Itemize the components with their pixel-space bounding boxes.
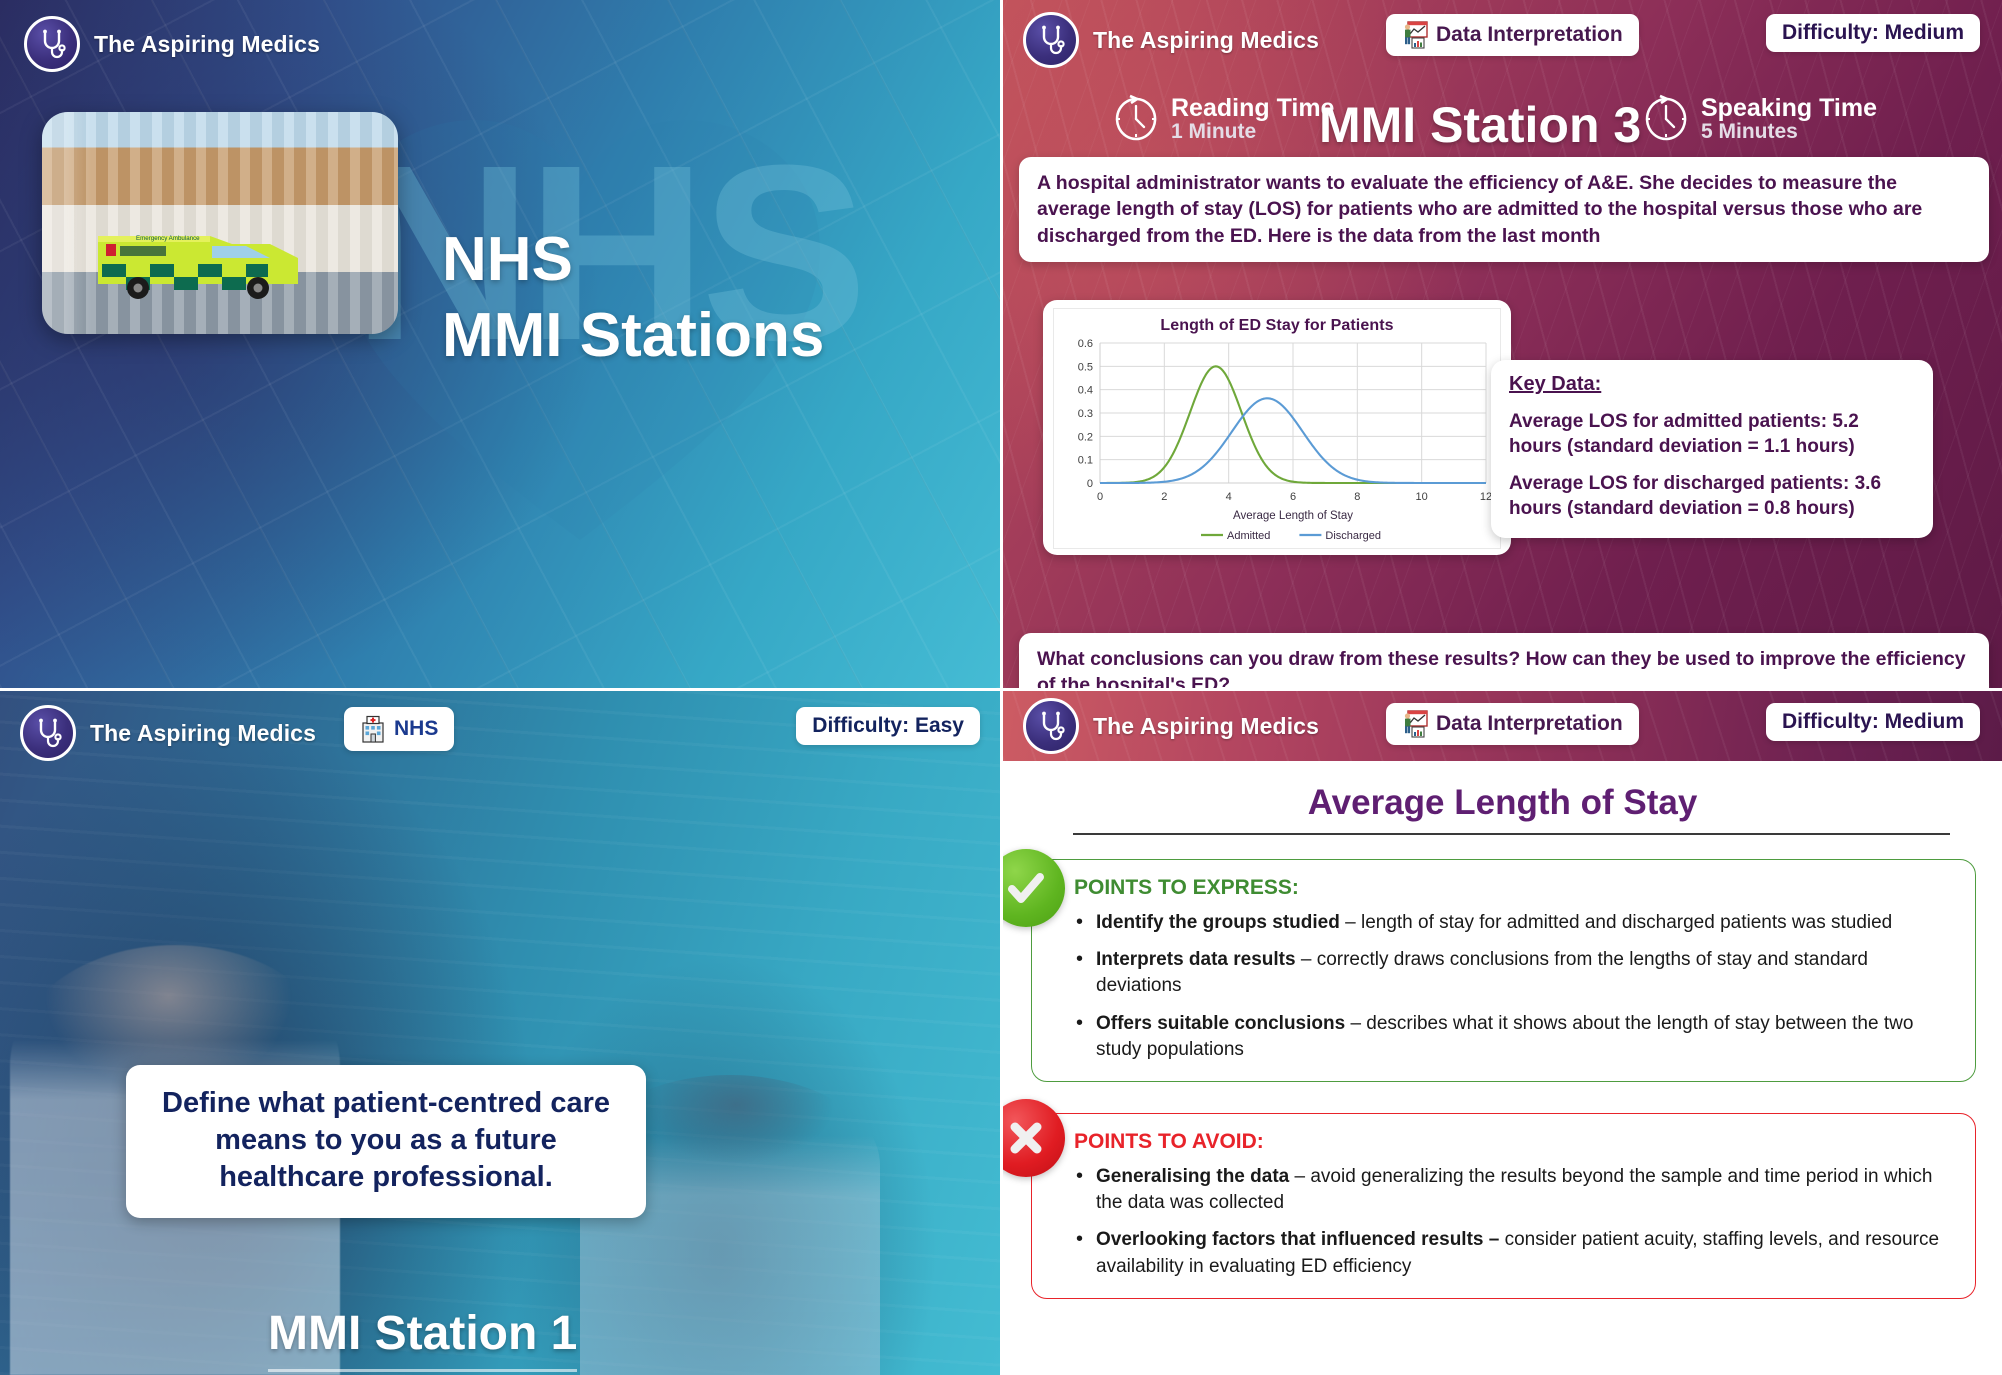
points-to-express-heading: POINTS TO EXPRESS:: [1074, 876, 1299, 899]
reading-time-group: Reading Time 1 Minute: [1113, 93, 1334, 145]
scenario-text: A hospital administrator wants to evalua…: [1037, 172, 1923, 247]
point-bold: Interprets data results: [1096, 949, 1296, 971]
svg-text:0.2: 0.2: [1078, 431, 1093, 443]
svg-text:10: 10: [1416, 491, 1428, 503]
list-item: Generalising the data – avoid generalizi…: [1074, 1163, 1953, 1216]
list-item: Overlooking factors that influenced resu…: [1074, 1226, 1953, 1279]
difficulty-badge[interactable]: Difficulty: Easy: [796, 707, 980, 745]
question-card: Define what patient-centred care means t…: [126, 1065, 646, 1219]
points-to-express-list: Identify the groups studied – length of …: [1074, 909, 1953, 1063]
reading-time-value: 1 Minute: [1171, 120, 1257, 144]
question-card: What conclusions can you draw from these…: [1019, 633, 1989, 688]
svg-text:0.3: 0.3: [1078, 408, 1093, 420]
slide-grid: NHS The Aspiring Medics Emergency Ambula…: [0, 0, 2002, 1375]
topic-badge-label: NHS: [394, 717, 439, 740]
svg-text:Admitted: Admitted: [1227, 530, 1270, 542]
chart-title: Length of ED Stay for Patients: [1160, 317, 1394, 334]
svg-text:0.5: 0.5: [1078, 361, 1093, 373]
speaking-time-value: 5 Minutes: [1701, 120, 1798, 144]
stethoscope-logo-icon: [1023, 698, 1079, 754]
panel-answer: The Aspiring Medics Data Interpretation …: [1000, 688, 2002, 1375]
difficulty-badge[interactable]: Difficulty: Medium: [1766, 703, 1980, 741]
svg-text:0.6: 0.6: [1078, 338, 1093, 350]
station-title: MMI Station 1: [268, 1306, 578, 1372]
difficulty-badge-label: Difficulty: Medium: [1782, 21, 1964, 44]
key-data-card: Key Data: Average LOS for admitted patie…: [1491, 360, 1933, 538]
points-to-avoid-list: Generalising the data – avoid generalizi…: [1074, 1163, 1953, 1280]
svg-text:0.4: 0.4: [1078, 385, 1093, 397]
point-bold: Identify the groups studied: [1096, 912, 1340, 933]
reading-time-label: Reading Time: [1171, 93, 1335, 122]
svg-text:2: 2: [1161, 491, 1167, 503]
difficulty-badge-label: Difficulty: Easy: [812, 714, 964, 737]
brand-row: The Aspiring Medics: [1023, 698, 1319, 754]
ed-stay-distribution-chart: 00.10.20.30.40.50.60 2 4 6 8 10 12Average Leng…: [1078, 338, 1492, 542]
panel1-title: NHS MMI Stations: [442, 222, 824, 373]
svg-text:0.1: 0.1: [1078, 455, 1093, 467]
svg-text:6: 6: [1290, 491, 1296, 503]
speaking-time-text: Speaking Time 5 Minutes: [1701, 95, 1877, 144]
reading-time-text: Reading Time 1 Minute: [1171, 95, 1334, 144]
speaking-time-group: Speaking Time 5 Minutes: [1643, 93, 1877, 145]
panel-station-1: The Aspiring Medics NHS Difficulty: Easy…: [0, 688, 1000, 1375]
point-bold: Generalising the data: [1096, 1166, 1290, 1187]
brand-name: The Aspiring Medics: [1093, 712, 1319, 739]
title-divider: [1073, 833, 1950, 835]
clock-icon: [1115, 94, 1157, 141]
key-data-item: Average LOS for discharged patients: 3.6…: [1509, 473, 1882, 520]
hospital-icon: [362, 715, 384, 743]
data-presentation-icon: [1404, 710, 1428, 738]
key-data-heading: Key Data:: [1509, 373, 1602, 395]
ambulance-photo: Emergency Ambulance: [42, 112, 398, 334]
panel-title-slide: NHS The Aspiring Medics Emergency Ambula…: [0, 0, 1000, 688]
topic-badge-label: Data Interpretation: [1436, 23, 1623, 46]
svg-text:4: 4: [1226, 491, 1232, 503]
point-rest: – length of stay for admitted and discha…: [1339, 912, 1893, 933]
topic-badge-nhs[interactable]: NHS: [344, 707, 455, 751]
list-item: Interprets data results – correctly draw…: [1074, 946, 1953, 999]
speaking-time-label: Speaking Time: [1701, 93, 1877, 122]
difficulty-badge-label: Difficulty: Medium: [1782, 710, 1964, 733]
stethoscope-logo-icon: [1023, 12, 1079, 68]
svg-text:0: 0: [1087, 478, 1093, 490]
title-line-1: NHS: [442, 225, 573, 294]
difficulty-badge[interactable]: Difficulty: Medium: [1766, 14, 1980, 52]
panel-station-3: The Aspiring Medics Data Interpretation …: [1000, 0, 2002, 688]
brand-row: The Aspiring Medics: [24, 16, 320, 72]
data-presentation-icon: [1404, 21, 1428, 49]
answer-title: Average Length of Stay: [1307, 783, 1698, 822]
chart-card: Length of ED Stay for Patients 0 0.1 0.2 0.…: [1043, 300, 1511, 555]
point-bold: Overlooking factors that influenced resu…: [1096, 1229, 1500, 1251]
points-to-avoid-box: POINTS TO AVOID: Generalising the data –…: [1031, 1113, 1976, 1299]
svg-text:Average Length of Stay: Average Length of Stay: [1233, 510, 1353, 522]
list-item: Offers suitable conclusions – describes …: [1074, 1010, 1953, 1063]
brand-row: The Aspiring Medics: [20, 705, 316, 761]
ambulance-text: Emergency Ambulance: [136, 235, 200, 242]
clock-icon: [1645, 94, 1687, 141]
key-data-item: Average LOS for admitted patients: 5.2 h…: [1509, 411, 1859, 457]
scenario-card: A hospital administrator wants to evalua…: [1019, 157, 1989, 262]
stethoscope-logo-icon: [20, 705, 76, 761]
brand-name: The Aspiring Medics: [1093, 26, 1319, 53]
svg-text:0: 0: [1097, 491, 1103, 503]
list-item: Identify the groups studied – length of …: [1074, 909, 1953, 937]
question-text: Define what patient-centred care means t…: [162, 1087, 610, 1194]
chart-frame: Length of ED Stay for Patients 0 0.1 0.2 0.…: [1053, 308, 1501, 549]
topic-badge-data-interpretation[interactable]: Data Interpretation: [1386, 703, 1639, 745]
question-text: What conclusions can you draw from these…: [1037, 648, 1966, 688]
ambulance-illustration-icon: Emergency Ambulance: [98, 235, 298, 299]
topic-badge-label: Data Interpretation: [1436, 712, 1623, 735]
station-title: MMI Station 3: [1319, 96, 1642, 163]
brand-name: The Aspiring Medics: [94, 30, 320, 57]
title-line-2: MMI Stations: [442, 300, 825, 370]
points-to-avoid-heading: POINTS TO AVOID:: [1074, 1130, 1264, 1153]
svg-text:Discharged: Discharged: [1325, 530, 1381, 542]
stethoscope-logo-icon: [24, 16, 80, 72]
topic-badge-data-interpretation[interactable]: Data Interpretation: [1386, 14, 1639, 56]
brand-row: The Aspiring Medics: [1023, 12, 1319, 68]
brand-name: The Aspiring Medics: [90, 719, 316, 746]
point-bold: Offers suitable conclusions: [1096, 1012, 1346, 1034]
points-to-express-box: POINTS TO EXPRESS: Identify the groups s…: [1031, 859, 1976, 1083]
svg-text:8: 8: [1354, 491, 1360, 503]
